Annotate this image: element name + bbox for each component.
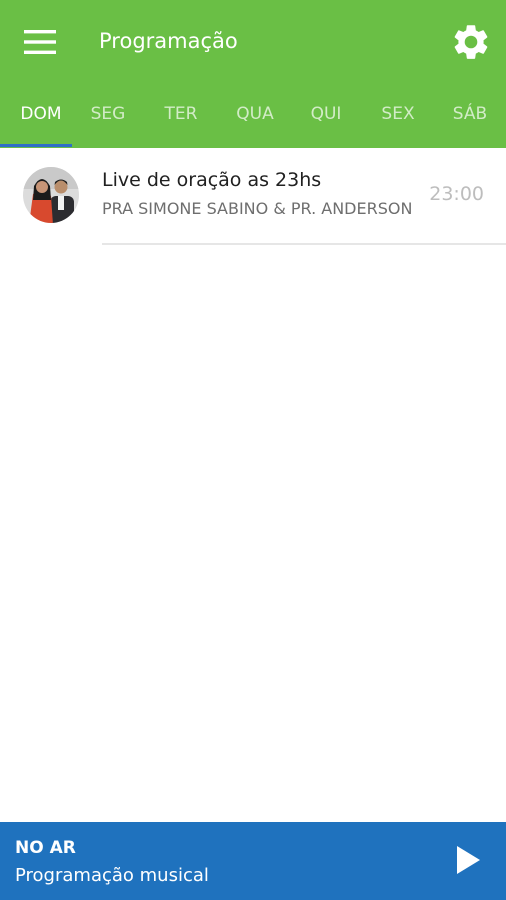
- app-bar: Programação DOM SEG TER QUA QUI SEX SÁB: [0, 0, 506, 148]
- program-title: Live de oração as 23hs: [102, 169, 322, 191]
- tab-dom[interactable]: DOM: [0, 84, 82, 144]
- tab-sab[interactable]: SÁB: [434, 84, 506, 144]
- tab-qua[interactable]: QUA: [219, 84, 291, 144]
- hosts-photo: [23, 167, 79, 223]
- settings-button[interactable]: [446, 18, 496, 66]
- host-avatar: [23, 167, 79, 223]
- gear-icon: [454, 25, 488, 59]
- on-air-label: NO AR: [15, 838, 76, 858]
- program-hosts: PRA SIMONE SABINO & PR. ANDERSON: [102, 199, 413, 218]
- day-tabs: DOM SEG TER QUA QUI SEX SÁB: [0, 84, 506, 148]
- tab-seg[interactable]: SEG: [72, 84, 144, 144]
- schedule-item[interactable]: Live de oração as 23hs PRA SIMONE SABINO…: [0, 148, 506, 245]
- hamburger-menu-icon: [24, 30, 56, 54]
- tab-qui[interactable]: QUI: [290, 84, 362, 144]
- schedule-list: Live de oração as 23hs PRA SIMONE SABINO…: [0, 148, 506, 245]
- page-title: Programação: [99, 29, 238, 53]
- tab-sex[interactable]: SEX: [362, 84, 434, 144]
- now-playing-title: Programação musical: [15, 865, 209, 886]
- program-time: 23:00: [429, 183, 484, 205]
- now-playing-bar[interactable]: NO AR Programação musical: [0, 822, 506, 900]
- play-button[interactable]: [446, 838, 490, 882]
- toolbar: Programação: [0, 0, 506, 84]
- play-icon: [457, 846, 480, 874]
- app-screen: Programação DOM SEG TER QUA QUI SEX SÁB: [0, 0, 506, 900]
- tab-ter[interactable]: TER: [145, 84, 217, 144]
- menu-button[interactable]: [14, 20, 66, 64]
- active-tab-indicator: [0, 144, 72, 147]
- list-divider: [102, 243, 506, 245]
